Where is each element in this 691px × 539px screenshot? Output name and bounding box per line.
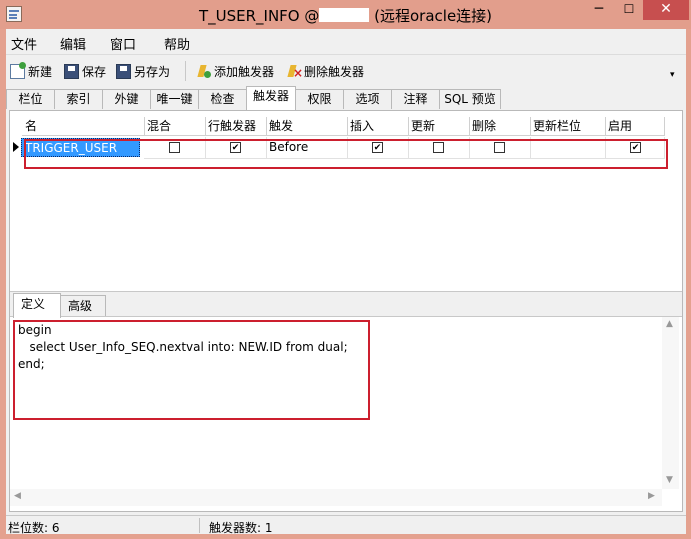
col-update[interactable]: 更新 xyxy=(408,117,470,136)
status-divider xyxy=(199,518,200,533)
title-suffix: (远程oracle连接) xyxy=(369,7,493,25)
enabled-cell xyxy=(605,137,665,159)
tab-definition[interactable]: 定义 xyxy=(13,293,61,318)
col-update-columns[interactable]: 更新栏位 xyxy=(530,117,606,136)
tab-foreign-keys[interactable]: 外键 xyxy=(102,89,151,109)
trigger-count-status: 触发器数: 1 xyxy=(209,521,273,535)
code-line: select User_Info_SEQ.nextval into: NEW.I… xyxy=(18,340,348,354)
fire-cell[interactable]: Before xyxy=(266,137,348,159)
title-prefix: T_USER_INFO @ xyxy=(198,7,320,25)
trigger-name-cell[interactable]: TRIGGER_USER xyxy=(21,138,140,157)
tab-fields[interactable]: 栏位 xyxy=(6,89,55,109)
tab-privileges[interactable]: 权限 xyxy=(295,89,344,109)
insert-cell xyxy=(347,137,409,159)
row-pointer-icon xyxy=(13,142,19,152)
code-line: begin xyxy=(18,323,52,337)
tab-checks[interactable]: 检查 xyxy=(198,89,247,109)
horizontal-scrollbar[interactable]: ◀ ▶ xyxy=(10,489,662,506)
code-line: end; xyxy=(18,357,45,371)
delete-trigger-label: 删除触发器 xyxy=(304,64,365,79)
vertical-scrollbar[interactable]: ▲ ▼ xyxy=(662,317,679,489)
field-count-status: 栏位数: 6 xyxy=(8,521,60,535)
grid-header: 名 混合 行触发器 触发 插入 更新 删除 更新栏位 启用 xyxy=(10,117,682,137)
new-icon xyxy=(10,61,26,79)
client-area: 文件 编辑 窗口 帮助 新建 保存 另存为 添加触发器 删除触发器 ▾ 栏位 索… xyxy=(6,29,686,535)
scroll-left-icon[interactable]: ◀ xyxy=(14,491,21,501)
col-mixed[interactable]: 混合 xyxy=(144,117,206,136)
table-row[interactable]: TRIGGER_USER Before xyxy=(10,137,682,159)
col-delete[interactable]: 删除 xyxy=(469,117,531,136)
add-trigger-label: 添加触发器 xyxy=(214,64,275,79)
insert-checkbox[interactable] xyxy=(372,142,383,153)
new-button[interactable]: 新建 xyxy=(10,61,53,80)
highlight-box-code xyxy=(13,320,370,420)
tab-unique-keys[interactable]: 唯一键 xyxy=(150,89,199,109)
col-name[interactable]: 名 xyxy=(22,117,145,136)
scroll-right-icon[interactable]: ▶ xyxy=(648,491,655,501)
close-button[interactable]: ✕ xyxy=(643,0,689,20)
new-label: 新建 xyxy=(28,64,53,79)
status-bar: 栏位数: 6 触发器数: 1 xyxy=(6,515,686,535)
save-as-icon xyxy=(116,63,131,79)
add-trigger-button[interactable]: 添加触发器 xyxy=(196,62,274,80)
menu-help[interactable]: 帮助 xyxy=(164,34,190,53)
col-insert[interactable]: 插入 xyxy=(347,117,409,136)
toolbar: 新建 保存 另存为 添加触发器 删除触发器 ▾ xyxy=(6,54,686,85)
title-bar: T_USER_INFO @ (远程oracle连接) ─ ☐ ✕ xyxy=(0,0,691,29)
row-trigger-checkbox[interactable] xyxy=(230,142,241,153)
tab-indexes[interactable]: 索引 xyxy=(54,89,103,109)
save-label: 保存 xyxy=(82,64,107,79)
delete-trigger-icon xyxy=(286,64,303,79)
delete-checkbox[interactable] xyxy=(494,142,505,153)
col-enabled[interactable]: 启用 xyxy=(605,117,665,136)
update-columns-cell[interactable] xyxy=(530,137,606,159)
save-button[interactable]: 保存 xyxy=(64,62,106,80)
tab-triggers[interactable]: 触发器 xyxy=(246,86,296,110)
menu-bar: 文件 编辑 窗口 帮助 xyxy=(6,29,686,53)
add-trigger-icon xyxy=(196,64,211,79)
col-row-trigger[interactable]: 行触发器 xyxy=(205,117,267,136)
enabled-checkbox[interactable] xyxy=(630,142,641,153)
tab-comments[interactable]: 注释 xyxy=(391,89,440,109)
save-as-label: 另存为 xyxy=(134,64,171,79)
delete-trigger-button[interactable]: 删除触发器 xyxy=(286,62,364,80)
redacted-host xyxy=(319,8,370,22)
update-cell xyxy=(408,137,470,159)
definition-tab-strip: 定义 高级 xyxy=(10,291,682,318)
col-fire[interactable]: 触发 xyxy=(266,117,348,136)
scroll-up-icon[interactable]: ▲ xyxy=(666,319,673,329)
tab-sql-preview[interactable]: SQL 预览 xyxy=(439,89,501,109)
mixed-checkbox[interactable] xyxy=(169,142,180,153)
menu-edit[interactable]: 编辑 xyxy=(60,34,86,53)
delete-cell xyxy=(469,137,531,159)
row-trigger-cell xyxy=(205,137,267,159)
trigger-definition-editor[interactable]: begin select User_Info_SEQ.nextval into:… xyxy=(10,316,682,507)
scroll-down-icon[interactable]: ▼ xyxy=(666,475,673,485)
update-checkbox[interactable] xyxy=(433,142,444,153)
save-icon xyxy=(64,63,79,79)
tab-advanced[interactable]: 高级 xyxy=(60,295,106,317)
menu-file[interactable]: 文件 xyxy=(11,34,37,53)
tab-options[interactable]: 选项 xyxy=(343,89,392,109)
menu-window[interactable]: 窗口 xyxy=(110,34,136,53)
save-as-button[interactable]: 另存为 xyxy=(116,62,170,80)
tab-strip: 栏位 索引 外键 唯一键 检查 触发器 权限 选项 注释 SQL 预览 xyxy=(6,86,686,111)
toolbar-separator xyxy=(185,61,186,81)
minimize-button[interactable]: ─ xyxy=(584,0,614,20)
triggers-panel: 名 混合 行触发器 触发 插入 更新 删除 更新栏位 启用 TRIGGER_US… xyxy=(9,110,683,512)
toolbar-overflow-icon[interactable]: ▾ xyxy=(670,70,675,80)
trigger-grid: 名 混合 行触发器 触发 插入 更新 删除 更新栏位 启用 TRIGGER_US… xyxy=(10,111,682,286)
maximize-button[interactable]: ☐ xyxy=(614,0,644,20)
mixed-cell xyxy=(144,137,206,159)
